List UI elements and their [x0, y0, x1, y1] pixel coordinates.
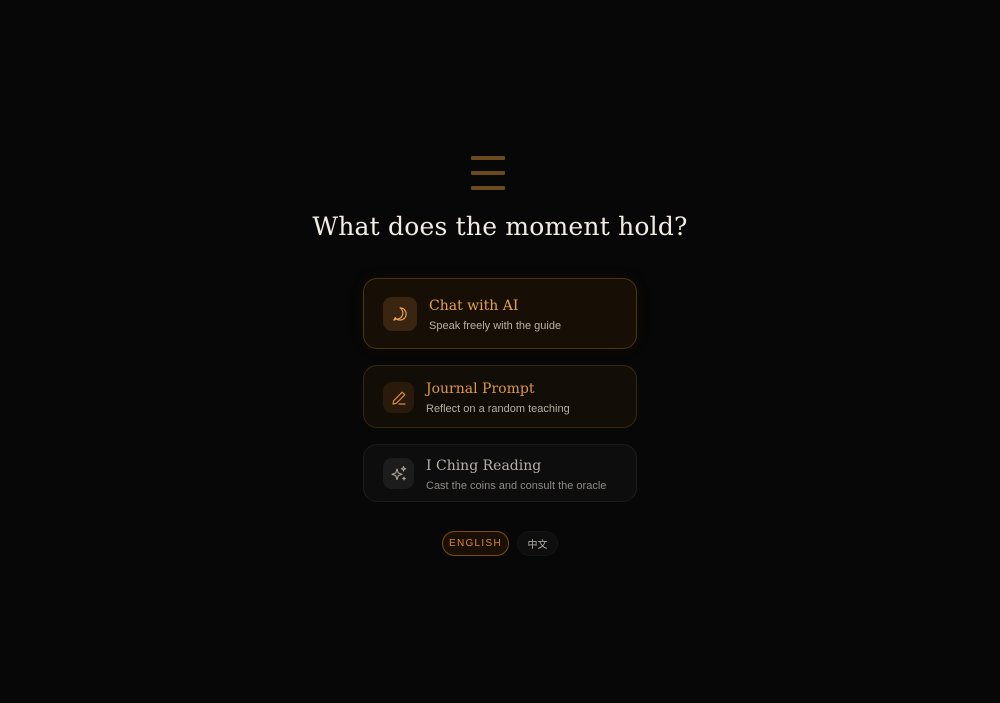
pen-icon — [391, 391, 406, 405]
iching-card-subtitle: Cast the coins and consult the oracle — [426, 480, 607, 492]
language-chinese-button[interactable]: 中文 — [517, 531, 558, 556]
hexagram-lines-icon — [471, 156, 505, 190]
chat-with-ai-card[interactable]: Chat with AI Speak freely with the guide — [363, 278, 637, 349]
iching-icon-box — [383, 458, 414, 489]
logo-line-top — [471, 156, 505, 160]
journal-prompt-card[interactable]: Journal Prompt Reflect on a random teach… — [363, 365, 637, 428]
chat-card-title: Chat with AI — [429, 298, 519, 314]
journal-icon-box — [383, 382, 414, 413]
sparkles-icon — [390, 465, 406, 480]
journal-card-subtitle: Reflect on a random teaching — [426, 403, 570, 415]
logo-line-bottom — [471, 186, 505, 190]
journal-card-title: Journal Prompt — [426, 381, 535, 397]
page: What does the moment hold? Chat with AI … — [0, 0, 1000, 703]
chat-card-subtitle: Speak freely with the guide — [429, 320, 562, 332]
chat-icon-box — [383, 297, 417, 331]
logo-line-middle — [471, 171, 505, 175]
i-ching-reading-card[interactable]: I Ching Reading Cast the coins and consu… — [363, 444, 637, 502]
chat-bubble-icon — [393, 307, 407, 321]
page-title: What does the moment hold? — [312, 212, 688, 241]
iching-card-title: I Ching Reading — [426, 458, 542, 474]
language-english-button[interactable]: ENGLISH — [442, 531, 509, 556]
